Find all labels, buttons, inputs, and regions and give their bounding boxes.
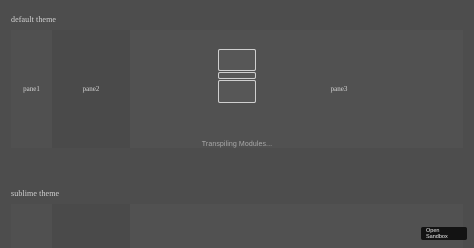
split-pane-container-sublime	[11, 204, 463, 248]
sublime-pane-3[interactable]	[130, 204, 463, 248]
pane-1[interactable]: pane1	[11, 30, 52, 148]
section-title-sublime-theme: sublime theme	[11, 189, 60, 198]
pane-1-label: pane1	[23, 85, 40, 93]
loader-block-middle	[218, 72, 256, 79]
open-sandbox-button[interactable]: Open Sandbox	[421, 227, 467, 240]
section-title-default-theme: default theme	[11, 15, 57, 24]
loader-block-top	[218, 49, 256, 71]
pane-2[interactable]: pane2	[52, 30, 130, 148]
loading-status-text: Transpiling Modules...	[201, 141, 273, 148]
loading-spinner-icon	[218, 49, 256, 103]
pane-3[interactable]: pane3	[130, 30, 463, 148]
loader-block-bottom	[218, 80, 256, 103]
pane-3-label: pane3	[330, 85, 348, 93]
sublime-pane-2[interactable]	[52, 204, 130, 248]
open-sandbox-label-line2: Sandbox	[426, 234, 448, 240]
sublime-pane-1[interactable]	[11, 204, 52, 248]
pane-2-label: pane2	[82, 85, 100, 93]
